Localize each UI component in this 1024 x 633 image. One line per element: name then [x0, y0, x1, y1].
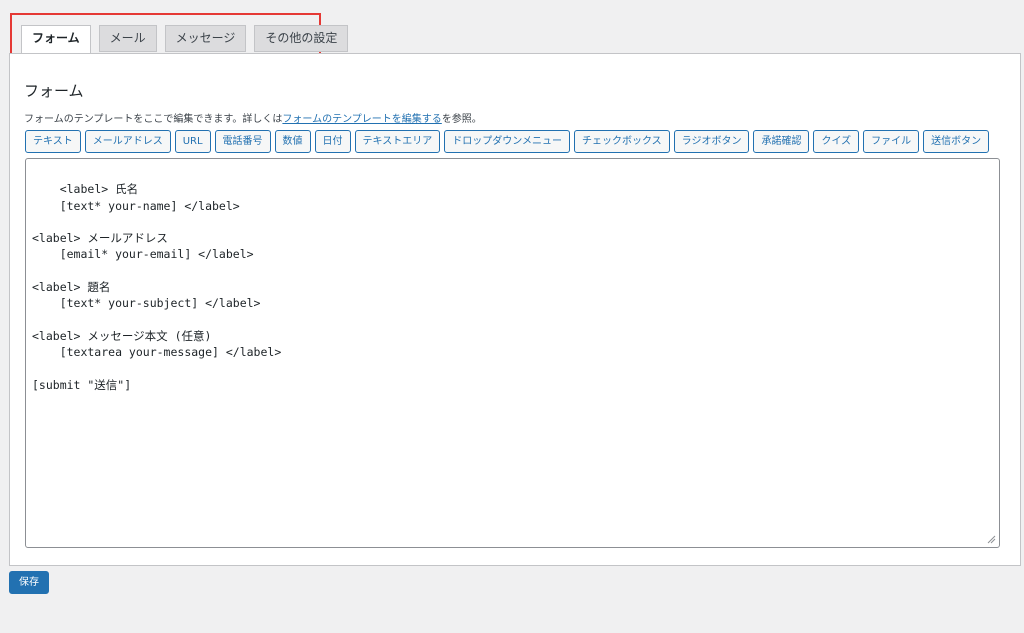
tab-messages[interactable]: メッセージ [164, 25, 247, 52]
panel-title: フォーム [24, 82, 84, 100]
tag-acceptance-button[interactable]: 承諾確認 [753, 130, 810, 153]
tag-generator-buttons: テキスト メールアドレス URL 電話番号 数値 日付 テキストエリア ドロップ… [25, 130, 990, 153]
tag-quiz-button[interactable]: クイズ [813, 130, 860, 153]
tag-textarea-button[interactable]: テキストエリア [354, 130, 441, 153]
tab-mail[interactable]: メール [98, 25, 157, 52]
tag-file-button[interactable]: ファイル [863, 130, 920, 153]
form-template-text: <label> 氏名 [text* your-name] </label> <l… [32, 182, 282, 392]
tab-other-settings[interactable]: その他の設定 [254, 25, 349, 52]
tag-date-button[interactable]: 日付 [314, 130, 351, 153]
tag-dropdown-button[interactable]: ドロップダウンメニュー [444, 130, 570, 153]
save-button[interactable]: 保存 [9, 571, 49, 594]
tag-url-button[interactable]: URL [174, 130, 211, 153]
description-prefix: フォームのテンプレートをここで編集できます。詳しくは [24, 114, 283, 125]
edit-template-link[interactable]: フォームのテンプレートを編集する [282, 114, 441, 125]
description-suffix: を参照。 [441, 114, 482, 125]
tag-checkbox-button[interactable]: チェックボックス [573, 130, 670, 153]
tab-bar: フォーム メール メッセージ その他の設定 [21, 25, 349, 55]
tag-radio-button[interactable]: ラジオボタン [673, 130, 750, 153]
form-panel: フォーム フォームのテンプレートをここで編集できます。詳しくはフォームのテンプレ… [9, 53, 1021, 566]
tag-submit-button[interactable]: 送信ボタン [923, 130, 990, 153]
resize-handle-icon[interactable] [987, 535, 996, 544]
tag-email-button[interactable]: メールアドレス [84, 130, 171, 153]
tab-form[interactable]: フォーム [21, 25, 91, 55]
tag-text-button[interactable]: テキスト [25, 130, 81, 153]
tag-tel-button[interactable]: 電話番号 [214, 130, 271, 153]
form-template-editor[interactable]: <label> 氏名 [text* your-name] </label> <l… [25, 158, 1000, 548]
tag-number-button[interactable]: 数値 [274, 130, 311, 153]
panel-description: フォームのテンプレートをここで編集できます。詳しくはフォームのテンプレートを編集… [24, 110, 482, 125]
